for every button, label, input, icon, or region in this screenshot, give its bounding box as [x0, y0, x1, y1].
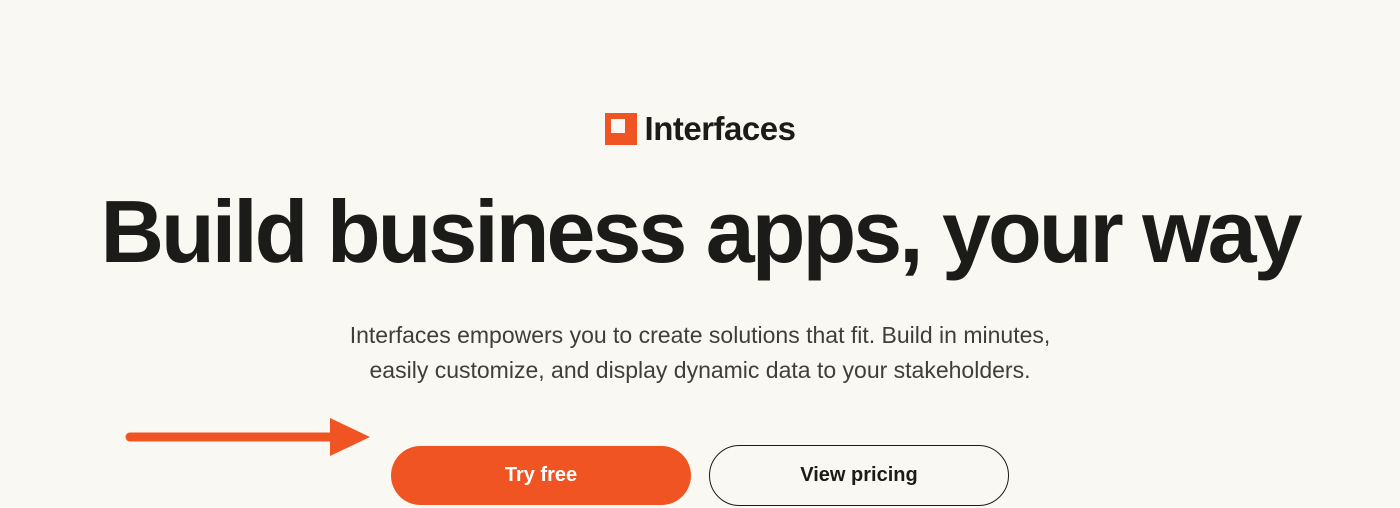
- cta-button-row: Try free View pricing: [391, 445, 1009, 506]
- logo: Interfaces: [605, 110, 796, 148]
- logo-square-icon: [605, 113, 637, 145]
- page-subtext: Interfaces empowers you to create soluti…: [320, 318, 1080, 387]
- logo-text: Interfaces: [645, 110, 796, 148]
- view-pricing-button[interactable]: View pricing: [709, 445, 1009, 506]
- try-free-button[interactable]: Try free: [391, 446, 691, 505]
- hero-section: Interfaces Build business apps, your way…: [0, 0, 1400, 506]
- page-headline: Build business apps, your way: [100, 188, 1299, 276]
